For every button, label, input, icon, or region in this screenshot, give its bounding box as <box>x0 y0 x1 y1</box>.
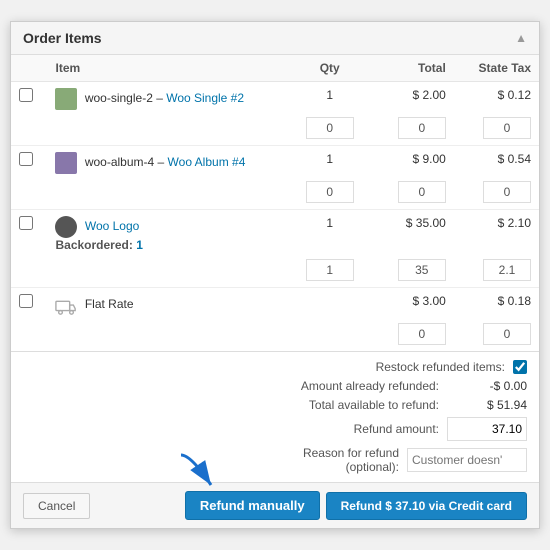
restock-label: Restock refunded items: <box>376 360 505 374</box>
item-total: $ 35.00 <box>369 210 454 257</box>
item-total: $ 2.00 <box>369 82 454 115</box>
table-row-refund <box>11 114 539 146</box>
col-tax: State Tax <box>454 55 539 82</box>
order-items-table: Item Qty Total State Tax woo-single-2 – … <box>11 55 539 351</box>
row-checkbox[interactable] <box>19 152 33 166</box>
item-tax: $ 0.18 <box>454 288 539 321</box>
already-refunded-row: Amount already refunded: -$ 0.00 <box>23 379 527 393</box>
refund-tax-input[interactable] <box>483 259 531 281</box>
total-available-value: $ 51.94 <box>447 398 527 412</box>
refund-total-input[interactable] <box>398 323 446 345</box>
restock-checkbox[interactable] <box>513 360 527 374</box>
order-items-modal: Order Items ▲ Item Qty Total State Tax w… <box>10 21 540 529</box>
item-link[interactable]: Woo Logo <box>85 219 140 233</box>
item-sku: woo-single-2 – <box>85 91 166 105</box>
cancel-button[interactable]: Cancel <box>23 493 90 519</box>
refund-amount-input[interactable] <box>447 417 527 441</box>
backordered-qty: 1 <box>136 238 143 252</box>
product-thumb <box>55 88 77 110</box>
item-qty: 1 <box>291 82 369 115</box>
refund-qty-input[interactable] <box>306 117 354 139</box>
modal-header: Order Items ▲ <box>11 22 539 55</box>
table-row: woo-album-4 – Woo Album #4 1 $ 9.00 $ 0.… <box>11 146 539 179</box>
refund-amount-row: Refund amount: <box>23 417 527 441</box>
row-checkbox-cell[interactable] <box>11 82 47 115</box>
item-sku: woo-album-4 – <box>85 155 168 169</box>
refund-total-input[interactable] <box>398 181 446 203</box>
modal-title: Order Items <box>23 30 102 46</box>
refund-total-input[interactable] <box>398 259 446 281</box>
col-item: Item <box>47 55 290 82</box>
refund-tax-input[interactable] <box>483 117 531 139</box>
table-row-refund <box>11 178 539 210</box>
total-available-row: Total available to refund: $ 51.94 <box>23 398 527 412</box>
already-refunded-label: Amount already refunded: <box>301 379 439 393</box>
refund-buttons: Refund manually Refund $ 37.10 via Credi… <box>185 491 527 520</box>
item-tax: $ 2.10 <box>454 210 539 257</box>
refund-manually-button[interactable]: Refund manually <box>185 491 320 520</box>
restock-row: Restock refunded items: <box>23 360 527 374</box>
item-cell: woo-single-2 – Woo Single #2 <box>47 82 290 115</box>
reason-input[interactable] <box>407 448 527 472</box>
item-tax: $ 0.12 <box>454 82 539 115</box>
col-check <box>11 55 47 82</box>
item-link[interactable]: Woo Album #4 <box>168 155 246 169</box>
action-bar: Cancel Refund manually Refund $ 37.10 vi… <box>11 482 539 528</box>
collapse-icon[interactable]: ▲ <box>515 31 527 45</box>
shipping-icon <box>55 294 77 316</box>
col-qty: Qty <box>291 55 369 82</box>
refund-tax-input[interactable] <box>483 323 531 345</box>
footer-section: Restock refunded items: Amount already r… <box>11 351 539 474</box>
reason-row: Reason for refund(optional): <box>23 446 527 474</box>
item-tax: $ 0.54 <box>454 146 539 179</box>
table-row: Woo Logo Backordered: 1 1 $ 35.00 $ 2.10 <box>11 210 539 257</box>
row-checkbox[interactable] <box>19 88 33 102</box>
refund-via-cc-button[interactable]: Refund $ 37.10 via Credit card <box>326 492 527 520</box>
table-row-refund <box>11 320 539 351</box>
row-checkbox[interactable] <box>19 216 33 230</box>
item-total: $ 3.00 <box>369 288 454 321</box>
col-total: Total <box>369 55 454 82</box>
table-row: Flat Rate $ 3.00 $ 0.18 <box>11 288 539 321</box>
table-row-refund <box>11 256 539 288</box>
refund-amount-label: Refund amount: <box>354 422 439 436</box>
already-refunded-value: -$ 0.00 <box>447 379 527 393</box>
table-row: woo-single-2 – Woo Single #2 1 $ 2.00 $ … <box>11 82 539 115</box>
refund-total-input[interactable] <box>398 117 446 139</box>
item-name: Flat Rate <box>85 297 134 311</box>
refund-qty-input[interactable] <box>306 181 354 203</box>
item-link[interactable]: Woo Single #2 <box>166 91 244 105</box>
total-available-label: Total available to refund: <box>309 398 439 412</box>
refund-qty-input[interactable] <box>306 259 354 281</box>
item-qty: 1 <box>291 210 369 257</box>
product-thumb <box>55 216 77 238</box>
refund-tax-input[interactable] <box>483 181 531 203</box>
backordered-label: Backordered: 1 <box>55 238 142 252</box>
row-checkbox[interactable] <box>19 294 33 308</box>
item-total: $ 9.00 <box>369 146 454 179</box>
item-qty: 1 <box>291 146 369 179</box>
product-thumb <box>55 152 77 174</box>
reason-label: Reason for refund(optional): <box>303 446 399 474</box>
